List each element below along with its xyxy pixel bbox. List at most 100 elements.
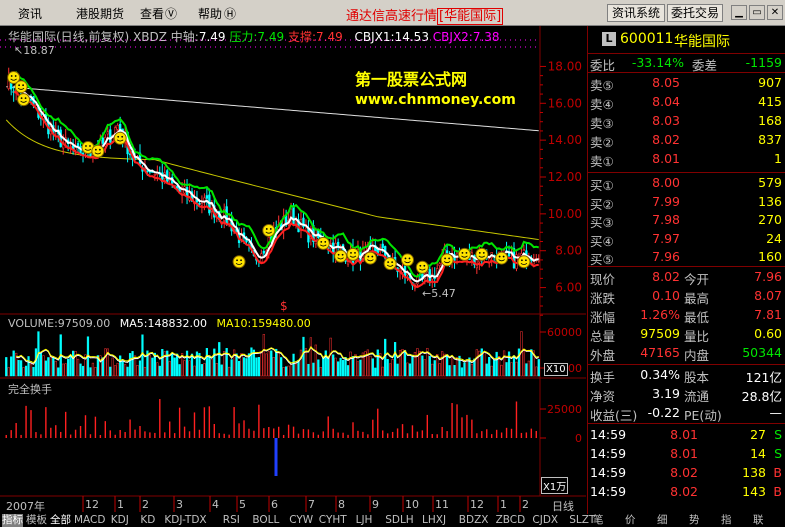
- volume-bar: [408, 363, 412, 377]
- volume-bar: [488, 356, 491, 377]
- x-tick-label: 2: [522, 498, 529, 511]
- side-tab[interactable]: 指: [721, 514, 732, 527]
- trade-tick-row: 14:59 8.02 143 B: [588, 483, 785, 501]
- volume-bar: [81, 365, 85, 377]
- tab-全部[interactable]: 全部: [50, 514, 71, 527]
- smiley-eye: [94, 148, 97, 151]
- volume-bar: [530, 349, 533, 377]
- volume-bar: [104, 348, 107, 377]
- tab-cyw[interactable]: CYW: [289, 514, 313, 527]
- price-tick-label: 14.00: [548, 133, 582, 147]
- stat-value: 7.81: [754, 307, 782, 322]
- tab-kdj[interactable]: KDJ: [111, 514, 129, 527]
- volume-bar: [329, 337, 332, 377]
- tick-volume: 27: [750, 427, 766, 442]
- tab-ljh[interactable]: LJH: [356, 514, 373, 527]
- tab-macd[interactable]: MACD: [74, 514, 105, 527]
- menu-ganggu[interactable]: 港股期货: [76, 5, 124, 22]
- smiley-icon: [14, 80, 28, 94]
- tab-kdj-tdx[interactable]: KDJ-TDX: [164, 514, 206, 527]
- stat-label: 最高: [684, 291, 710, 306]
- maximize-icon[interactable]: ▭: [749, 5, 765, 20]
- info-label: 净资: [590, 389, 616, 404]
- tab-zbcd[interactable]: ZBCD: [496, 514, 526, 527]
- info-value: -0.22: [647, 405, 680, 420]
- volume-bar: [309, 337, 313, 377]
- x-tick-label: 1: [117, 498, 124, 511]
- info-label: 股本: [684, 370, 710, 385]
- bid-row: 买① 8.00 579: [588, 174, 785, 193]
- tab-lhxj[interactable]: LHXJ: [422, 514, 446, 527]
- volume-bar: [396, 363, 399, 377]
- volume-bar: [218, 342, 221, 377]
- info-system-button[interactable]: 资讯系统: [607, 4, 665, 22]
- volume-bar: [356, 361, 360, 377]
- smiley-eye: [350, 252, 352, 254]
- tab-rsi[interactable]: RSI: [223, 514, 240, 527]
- side-tab[interactable]: 细: [657, 514, 668, 527]
- volume-bar: [465, 360, 469, 377]
- volume-bar: [193, 365, 196, 377]
- volume-bar: [493, 359, 496, 377]
- smiley-eye: [423, 264, 426, 267]
- volume-bar: [411, 354, 414, 377]
- smiley-eye: [240, 259, 242, 262]
- volume-bar: [527, 360, 530, 377]
- volume-bar: [403, 350, 407, 377]
- tab-boll[interactable]: BOLL: [252, 514, 279, 527]
- volume-bar: [441, 351, 444, 377]
- close-icon[interactable]: ✕: [767, 5, 783, 20]
- volume-bar: [151, 357, 154, 377]
- tab-sdlh[interactable]: SDLH: [385, 514, 414, 527]
- stat-row: 涨幅 1.26% 最低 7.81: [588, 306, 785, 325]
- turnover-unit-badge: X1万: [541, 477, 569, 494]
- period-label: 日线: [552, 500, 574, 513]
- volume-bar: [119, 355, 122, 377]
- side-tab[interactable]: 联: [753, 514, 764, 527]
- volume-bar: [168, 361, 171, 377]
- side-tab[interactable]: 势: [689, 514, 700, 527]
- stat-label: 涨跌: [590, 291, 616, 306]
- smiley-eye: [265, 228, 268, 230]
- bid-price: 7.96: [652, 249, 680, 264]
- ask-level-label: 卖①: [590, 154, 614, 169]
- low-marker: ←5.47: [422, 287, 456, 300]
- tab-kd[interactable]: KD: [140, 514, 155, 527]
- tab-cyht[interactable]: CYHT: [319, 514, 347, 527]
- side-tab[interactable]: 价: [625, 514, 636, 527]
- bid-row: 买⑤ 7.96 160: [588, 248, 785, 267]
- menu-zixun[interactable]: 资讯: [18, 5, 42, 22]
- x-tick-label: 8: [338, 498, 345, 511]
- minimize-icon[interactable]: ▁: [731, 5, 747, 20]
- tab-bdzx[interactable]: BDZX: [459, 514, 489, 527]
- volume-bar: [312, 362, 315, 377]
- info-label: PE(动): [684, 408, 722, 423]
- x-tick-label: 7: [308, 498, 315, 511]
- tab-模板[interactable]: 模板: [26, 514, 47, 527]
- volume-bar: [386, 359, 389, 377]
- tab-cjdx[interactable]: CJDX: [532, 514, 558, 527]
- trade-button[interactable]: 委托交易: [667, 4, 723, 22]
- tab-指标[interactable]: 指标: [2, 514, 23, 527]
- menu-view[interactable]: 查看: [140, 5, 164, 22]
- volume-bar: [176, 353, 179, 377]
- volume-bar: [460, 367, 464, 377]
- tab-slzt[interactable]: SLZT: [569, 514, 595, 527]
- volume-bar: [317, 359, 320, 377]
- side-tab[interactable]: 笔: [593, 514, 604, 527]
- ask-level-label: 卖④: [590, 97, 614, 112]
- trade-tick-row: 14:59 8.02 138 B: [588, 464, 785, 482]
- smiley-eye: [10, 75, 13, 77]
- smiley-eye: [498, 255, 501, 258]
- volume-bar: [200, 364, 204, 377]
- volume-bar: [255, 357, 258, 377]
- bid-level-label: 买③: [590, 215, 614, 230]
- ask-volume: 907: [758, 75, 782, 90]
- menu-help[interactable]: 帮助: [198, 5, 222, 22]
- bid-volume: 136: [758, 193, 782, 209]
- bid-price: 7.99: [652, 193, 680, 209]
- kline-chart[interactable]: 华能国际(日线,前复权) XBDZ 中轴:7.49 压力:7.49 支撑:7.4…: [0, 26, 586, 516]
- bid-volume: 579: [758, 175, 782, 190]
- tick-price: 8.02: [670, 484, 698, 499]
- info-row: 净资 3.19 流通 28.8亿: [588, 385, 785, 404]
